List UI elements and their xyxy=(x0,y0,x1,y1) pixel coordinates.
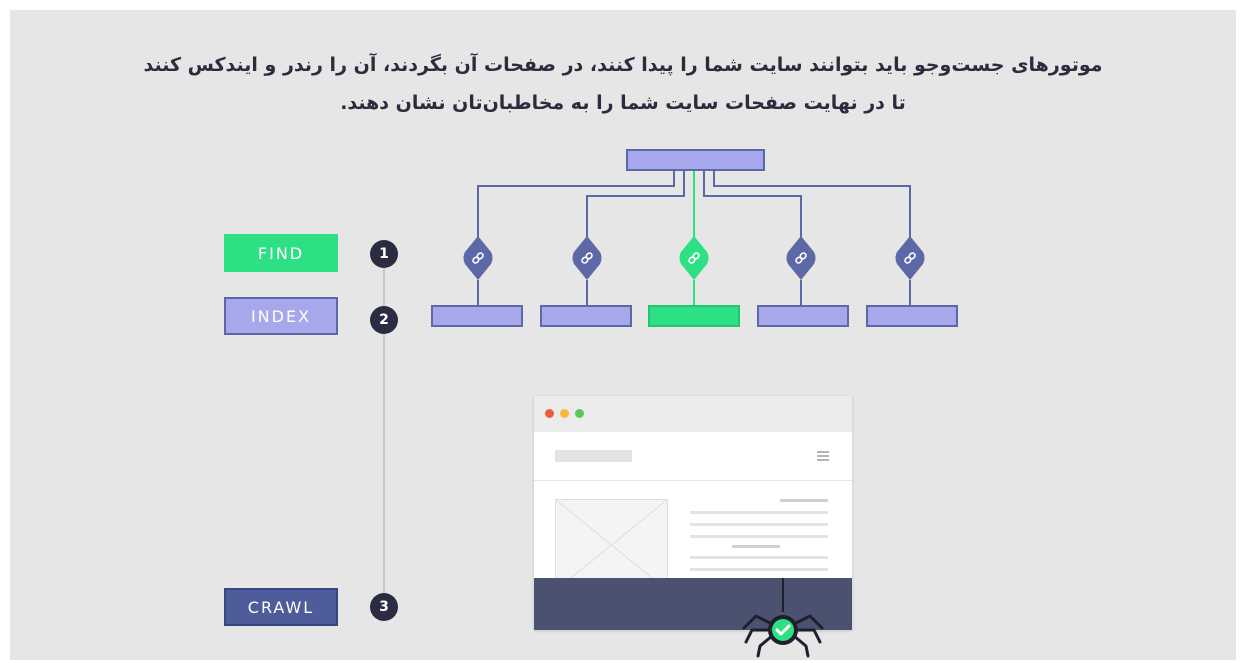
text-line xyxy=(690,535,828,538)
close-dot-icon xyxy=(545,409,554,418)
hamburger-menu-icon xyxy=(817,451,829,463)
site-logo-placeholder xyxy=(555,450,632,462)
link-diamond-1 xyxy=(463,236,493,280)
text-line xyxy=(780,499,828,502)
step-number-1: 1 xyxy=(370,240,398,268)
text-line xyxy=(690,511,828,514)
link-diamond-5 xyxy=(895,236,925,280)
text-line xyxy=(690,556,828,559)
root-page-node xyxy=(626,149,765,171)
text-line xyxy=(690,523,828,526)
connector-5 xyxy=(713,170,911,238)
minimize-dot-icon xyxy=(560,409,569,418)
child-page-node-3 xyxy=(648,305,740,327)
step-number-3: 3 xyxy=(370,593,398,621)
connector-4 xyxy=(703,170,802,238)
index-label: INDEX xyxy=(224,297,338,335)
link-diamond-3 xyxy=(679,236,709,280)
child-page-node-5 xyxy=(866,305,958,327)
child-page-node-4 xyxy=(757,305,849,327)
connector-2 xyxy=(586,170,685,238)
find-label: FIND xyxy=(224,234,338,272)
header-divider xyxy=(534,480,852,481)
step-number-2: 2 xyxy=(370,306,398,334)
child-page-node-2 xyxy=(540,305,632,327)
maximize-dot-icon xyxy=(575,409,584,418)
text-line xyxy=(732,545,780,548)
infographic-canvas: موتورهای جست‌وجو باید بتوانند سایت شما ر… xyxy=(10,10,1236,660)
crawl-label: CRAWL xyxy=(224,588,338,626)
link-diamond-4 xyxy=(786,236,816,280)
step-timeline xyxy=(383,250,385,602)
text-line xyxy=(690,568,828,571)
child-page-node-1 xyxy=(431,305,523,327)
link-diamond-2 xyxy=(572,236,602,280)
spider-icon xyxy=(742,578,824,658)
browser-title-bar xyxy=(534,396,852,432)
connector-1 xyxy=(477,170,675,238)
